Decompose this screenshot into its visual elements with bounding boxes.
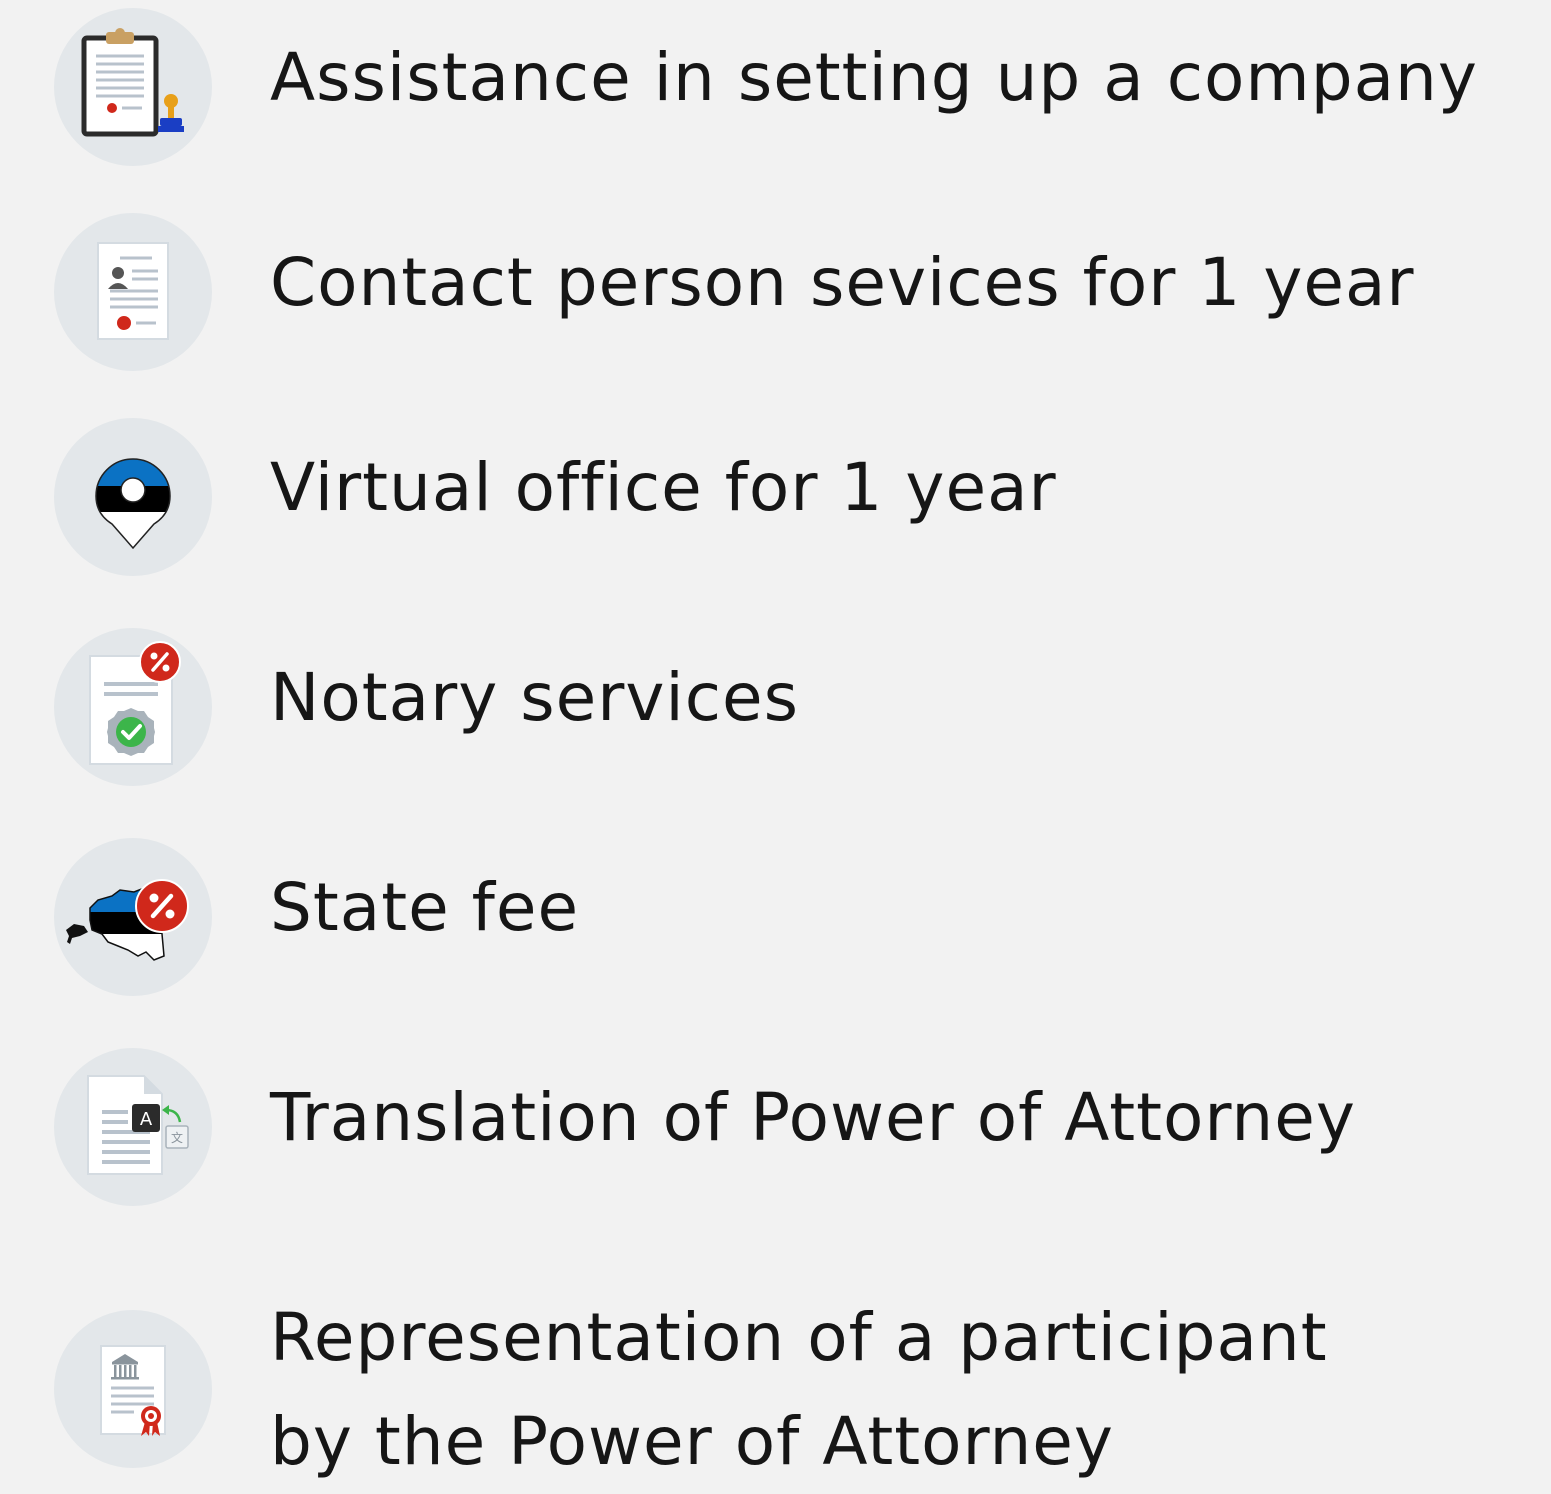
estonia-location-pin-icon	[54, 418, 212, 576]
service-item-virtual-office: Virtual office for 1 year	[0, 410, 1551, 580]
official-document-seal-icon	[54, 1310, 212, 1468]
service-label: Assistance in setting up a company	[270, 39, 1478, 116]
service-item-company-setup: Assistance in setting up a company	[0, 0, 1551, 170]
services-list: Assistance in setting up a company Conta…	[0, 0, 1551, 1480]
service-label: State fee	[270, 869, 580, 946]
clipboard-stamp-icon	[54, 8, 212, 166]
service-label: Notary services	[270, 659, 800, 736]
service-item-state-fee: State fee	[0, 830, 1551, 1000]
certified-document-discount-icon	[54, 628, 212, 786]
contact-card-icon	[54, 213, 212, 371]
service-item-translation: A 文 Translation of Power of Attorney	[0, 1040, 1551, 1210]
svg-text:A: A	[140, 1109, 153, 1130]
service-label: Representation of a participant by the P…	[270, 1299, 1328, 1480]
service-item-notary: Notary services	[0, 620, 1551, 790]
service-item-contact-person: Contact person sevices for 1 year	[0, 205, 1551, 375]
document-translation-icon: A 文	[54, 1048, 212, 1206]
service-label: Contact person sevices for 1 year	[270, 244, 1415, 321]
service-item-representation: Representation of a participant by the P…	[0, 1280, 1551, 1480]
svg-text:文: 文	[171, 1130, 183, 1145]
estonia-map-discount-icon	[54, 838, 212, 996]
service-label: Virtual office for 1 year	[270, 449, 1057, 526]
service-label: Translation of Power of Attorney	[270, 1079, 1356, 1156]
